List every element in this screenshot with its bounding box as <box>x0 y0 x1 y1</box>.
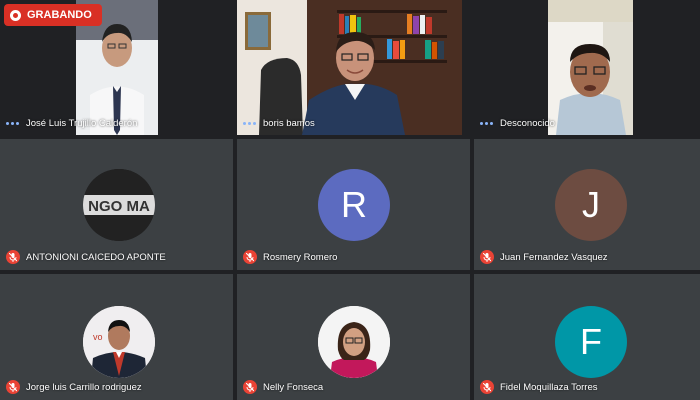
participant-name-bar: Jorge luis Carrillo rodriguez <box>6 380 227 394</box>
participant-name: boris bamos <box>263 118 315 129</box>
avatar-letter: F <box>580 321 602 362</box>
participant-name: ANTONIONI CAICEDO APONTE <box>26 251 166 263</box>
participant-name: José Luis Trujillo Calderón <box>26 118 138 129</box>
mic-off-icon <box>243 250 257 264</box>
record-icon <box>10 9 21 21</box>
mic-off-icon <box>480 250 494 264</box>
participant-name-bar: Fidel Moquillaza Torres <box>480 380 694 394</box>
avatar-letter: R <box>341 184 367 225</box>
participant-name: Desconocido <box>500 118 555 129</box>
avatar: R <box>318 169 390 241</box>
avatar-text: NGO MA <box>88 198 150 215</box>
participant-tile[interactable]: vo Jorge luis Carrillo rodriguez <box>0 274 233 400</box>
mic-off-icon <box>6 250 20 264</box>
audio-activity-icon <box>6 122 20 125</box>
avatar: F <box>555 306 627 378</box>
participant-name: Rosmery Romero <box>263 251 338 263</box>
participant-name-bar: Nelly Fonseca <box>243 380 464 394</box>
avatar: vo <box>83 306 155 378</box>
participant-tile[interactable]: NGO MA ANTONIONI CAICEDO APONTE <box>0 139 233 270</box>
participant-name-bar: José Luis Trujillo Calderón <box>6 118 227 129</box>
participant-name: Nelly Fonseca <box>263 381 324 393</box>
participant-name: Fidel Moquillaza Torres <box>500 381 598 393</box>
participant-tile[interactable]: Desconocido <box>474 0 700 135</box>
mic-off-icon <box>480 380 494 394</box>
audio-activity-icon <box>243 122 257 125</box>
avatar: NGO MA <box>83 169 155 241</box>
participant-name: Juan Fernandez Vasquez <box>500 251 608 263</box>
participant-tile[interactable]: R Rosmery Romero <box>237 139 470 270</box>
participant-name: Jorge luis Carrillo rodriguez <box>26 381 142 393</box>
participant-tile[interactable]: boris bamos <box>237 0 470 135</box>
avatar: J <box>555 169 627 241</box>
participant-tile[interactable]: J Juan Fernandez Vasquez <box>474 139 700 270</box>
participant-tile[interactable]: Nelly Fonseca <box>237 274 470 400</box>
participant-video <box>548 0 633 135</box>
svg-text:vo: vo <box>93 332 103 342</box>
participant-name-bar: ANTONIONI CAICEDO APONTE <box>6 250 227 264</box>
participant-name-bar: boris bamos <box>243 118 464 129</box>
participant-name-bar: Juan Fernandez Vasquez <box>480 250 694 264</box>
participant-name-bar: Desconocido <box>480 118 694 129</box>
recording-label: GRABANDO <box>27 9 92 21</box>
recording-indicator: GRABANDO <box>4 4 102 26</box>
participant-name-bar: Rosmery Romero <box>243 250 464 264</box>
participant-video <box>237 0 462 135</box>
avatar <box>318 306 390 378</box>
mic-off-icon <box>243 380 257 394</box>
mic-off-icon <box>6 380 20 394</box>
participant-tile[interactable]: F Fidel Moquillaza Torres <box>474 274 700 400</box>
avatar-letter: J <box>582 184 600 225</box>
audio-activity-icon <box>480 122 494 125</box>
